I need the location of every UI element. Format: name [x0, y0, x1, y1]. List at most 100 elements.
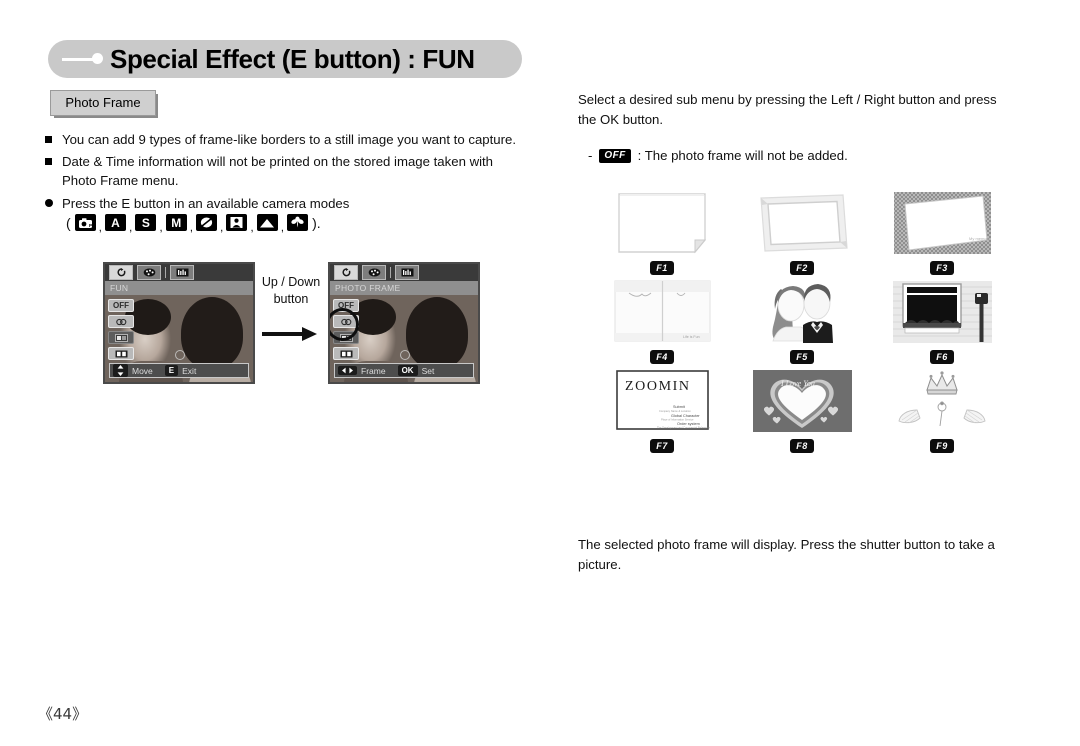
frame-caption-zoomin: ZOOMIN [625, 379, 691, 394]
svg-text:My memory: My memory [969, 236, 990, 241]
frame-thumbnail-grid: F1 F2 My memory F3 Life is Fun F4 F5 F6 … [592, 190, 1012, 457]
section-tab-photo-frame: Photo Frame [50, 90, 156, 116]
frame-thumb-f5 [750, 279, 854, 345]
bullet-item: Date & Time information will not be prin… [45, 152, 512, 190]
svg-text:Global Character: Global Character [671, 414, 700, 418]
frame-row: Life is Fun F4 F5 F6 [592, 279, 1012, 364]
aperture-priority-mode-icon: A [105, 214, 127, 231]
setup-tab-icon[interactable] [170, 265, 194, 280]
frame-option-f1[interactable]: F1 [592, 190, 732, 275]
frame-option-f9[interactable]: F9 [872, 368, 1012, 453]
mode-icon-row: ( P , A , S , M , , , , ). [62, 214, 325, 234]
side-button-off[interactable]: OFF [108, 299, 134, 312]
manual-mode-icon: M [165, 214, 187, 231]
frame-row: F1 F2 My memory F3 [592, 190, 1012, 275]
frame-thumb-f7: ZOOMIN Submit Company Name & Location Gl… [610, 368, 714, 434]
highlight-icon[interactable] [108, 331, 134, 344]
updown-label-line2: button [273, 292, 309, 306]
frame-thumb-f9 [890, 368, 994, 434]
leftright-key-icon [338, 366, 357, 375]
photo-hair-right [406, 297, 468, 369]
header-dot-icon [92, 53, 103, 64]
photo-frame-icon[interactable] [108, 347, 134, 360]
intro-paragraph: Select a desired sub menu by pressing th… [578, 92, 997, 127]
ok-key-badge: OK [397, 365, 418, 376]
lcd-side-button-column: OFF [108, 299, 134, 363]
frame-badge: F9 [930, 439, 954, 453]
bullet-item: You can add 9 types of frame-like border… [45, 130, 522, 149]
frame-badge: F6 [930, 350, 954, 364]
setup-tab-icon[interactable] [395, 265, 419, 280]
lcd-bottom-bar: Frame OK Set [334, 363, 474, 378]
frame-option-f2[interactable]: F2 [732, 190, 872, 275]
frame-option-f3[interactable]: My memory F3 [872, 190, 1012, 275]
lcd-menu-title: FUN [105, 281, 253, 295]
portrait-mode-icon [226, 214, 248, 231]
comma: , [280, 219, 285, 234]
photo-hair-right [181, 297, 243, 369]
off-line-dash: - [588, 148, 593, 163]
frame-option-f7[interactable]: ZOOMIN Submit Company Name & Location Gl… [592, 368, 732, 453]
lcd-bottom-set-label: Set [421, 365, 435, 376]
frame-thumb-f1 [610, 190, 714, 256]
record-tab-icon[interactable] [109, 265, 133, 280]
page-title: Special Effect (E button) : FUN [110, 44, 475, 74]
photo-frame-icon-selected[interactable] [333, 347, 359, 360]
open-paren: ( [66, 214, 71, 231]
tab-separator [165, 267, 166, 278]
frame-thumb-f4: Life is Fun [610, 279, 714, 345]
frame-badge: F4 [650, 350, 674, 364]
color-effect-icon[interactable] [108, 315, 134, 328]
comma: , [98, 219, 103, 234]
frame-badge: F8 [790, 439, 814, 453]
frame-badge: F1 [650, 261, 674, 275]
lcd-center-focus-mark [175, 350, 185, 360]
arrow-head [302, 327, 317, 341]
program-mode-icon: P [74, 214, 96, 231]
frame-badge: F2 [790, 261, 814, 275]
frame-thumb-f3: My memory [890, 190, 994, 256]
lcd-bottom-bar: Move E Exit [109, 363, 249, 378]
frame-thumb-f8: I Love You [750, 368, 854, 434]
frame-caption-iloveyou: I Love You [780, 379, 815, 388]
off-option-line: - OFF : The photo frame will not be adde… [588, 148, 848, 163]
lcd-screen-fun-menu: FUN OFF Move E Exit [103, 262, 255, 384]
updown-label-line1: Up / Down [261, 275, 321, 289]
svg-text:Submit: Submit [673, 405, 686, 409]
page-number: 《44》 [38, 705, 88, 723]
frame-option-f4[interactable]: Life is Fun F4 [592, 279, 732, 364]
frame-option-f5[interactable]: F5 [732, 279, 872, 364]
frame-thumb-f2 [750, 190, 854, 256]
landscape-mode-icon [256, 214, 278, 231]
lcd-bottom-frame-label: Frame [361, 365, 386, 376]
effect-tab-icon[interactable] [362, 265, 386, 280]
frame-badge: F3 [930, 261, 954, 275]
lcd-tab-bar [105, 264, 253, 281]
night-scene-mode-icon [196, 214, 218, 231]
off-badge: OFF [599, 148, 631, 163]
frame-badge: F7 [650, 439, 674, 453]
comma: , [189, 219, 194, 234]
comma: , [159, 219, 163, 234]
svg-text:Life is Fun: Life is Fun [683, 335, 700, 339]
updown-button-label: Up / Down button [256, 274, 326, 308]
shutter-priority-mode-icon: S [135, 214, 157, 231]
record-tab-icon[interactable] [334, 265, 358, 280]
svg-text:Order system: Order system [677, 422, 700, 426]
lcd-bottom-move-label: Move [132, 365, 153, 376]
svg-text:P: P [89, 223, 92, 228]
svg-text:Place of Information Service: Place of Information Service [661, 418, 694, 422]
effect-tab-icon[interactable] [137, 265, 161, 280]
closing-paragraph: The selected photo frame will display. P… [578, 537, 995, 572]
lcd-center-focus-mark [400, 350, 410, 360]
off-line-text: : The photo frame will not be added. [637, 148, 848, 163]
lcd-tab-bar [330, 264, 478, 281]
frame-option-f6[interactable]: F6 [872, 279, 1012, 364]
svg-text:The Development and Commercial: The Development and Commercial Reference [657, 425, 710, 429]
updown-key-icon [113, 364, 128, 377]
frame-thumb-f6 [890, 279, 994, 345]
svg-text:Company Name & Location: Company Name & Location [659, 409, 691, 413]
lcd-screen-photo-frame-menu: PHOTO FRAME OFF Frame OK Set [328, 262, 480, 384]
frame-option-f8[interactable]: I Love You F8 [732, 368, 872, 453]
comma: , [250, 219, 254, 234]
